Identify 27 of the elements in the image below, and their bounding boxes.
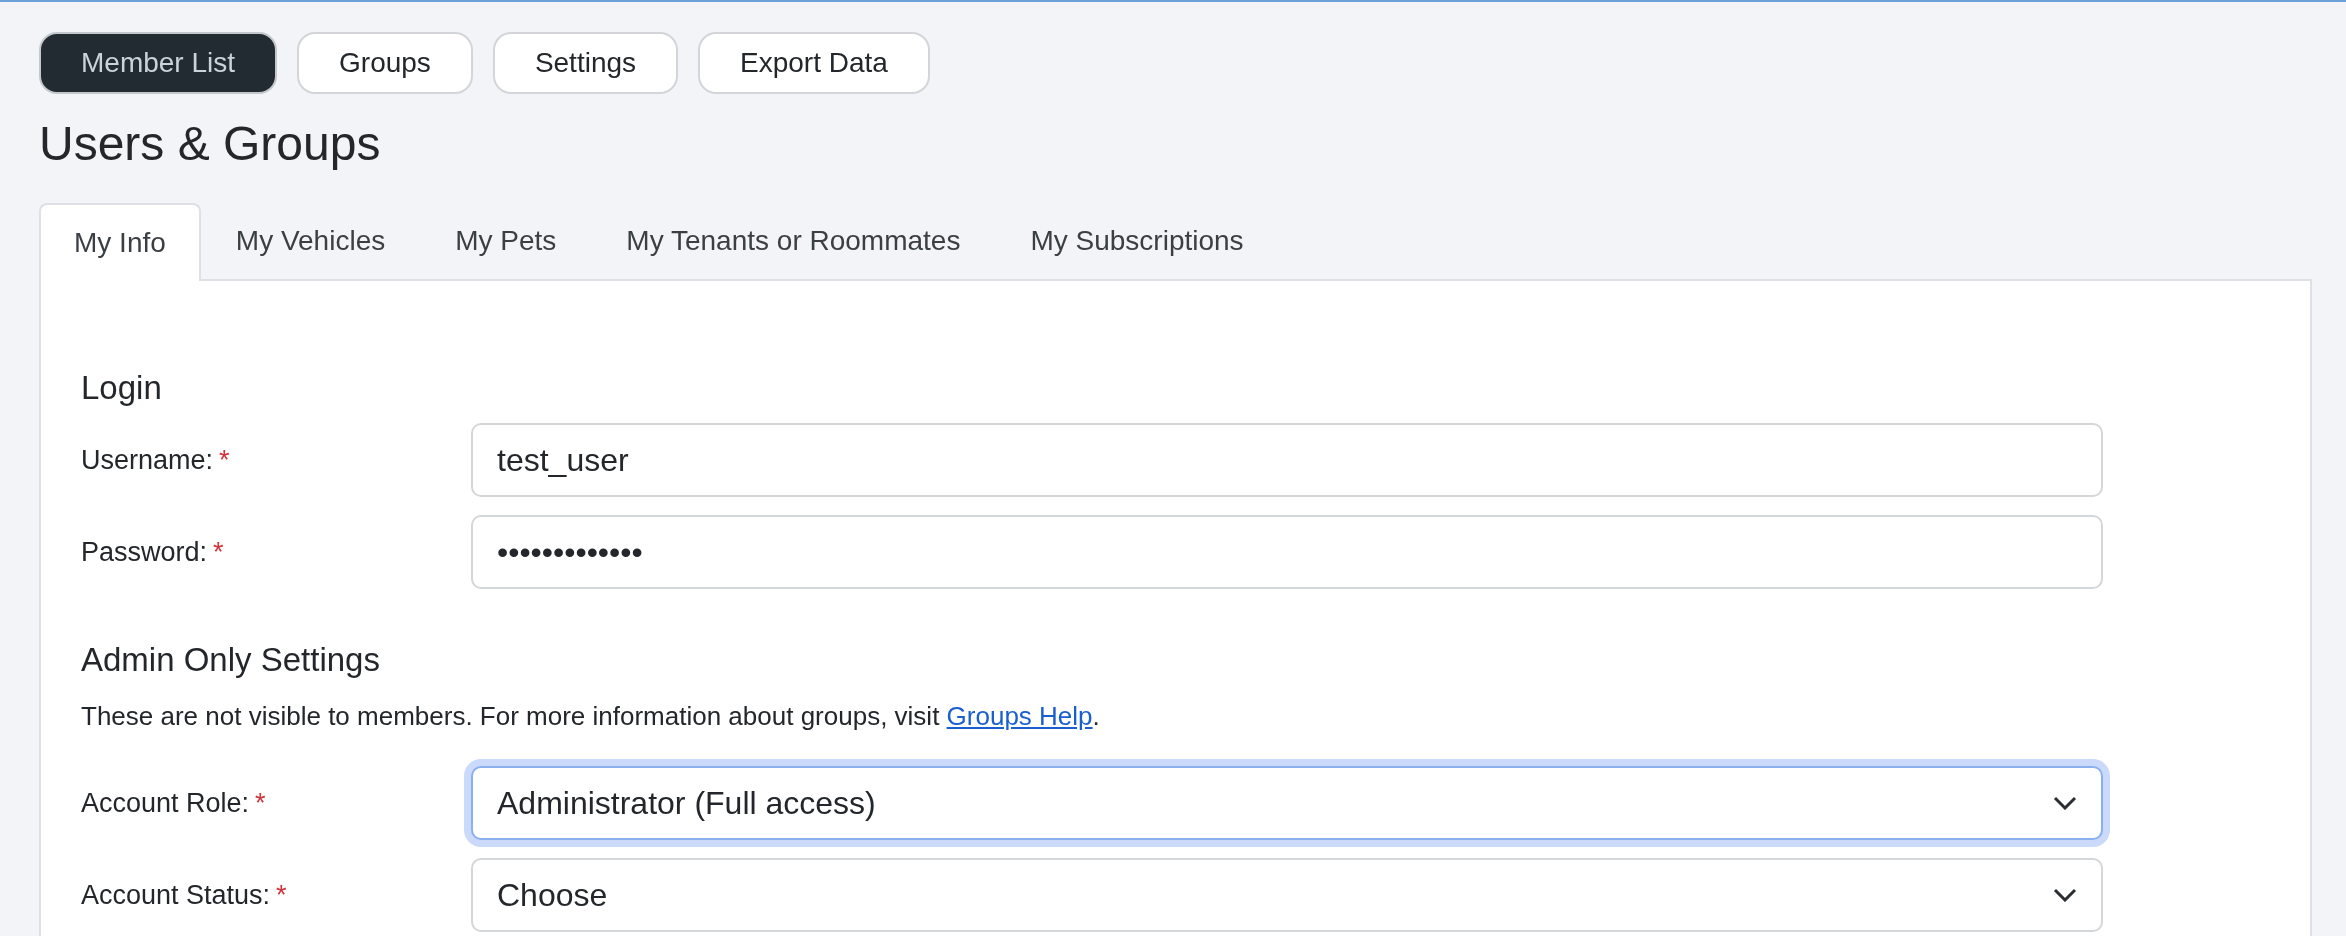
nav-button[interactable]: Settings	[492, 32, 679, 94]
info-text: These are not visible to members. For more information about groups, visit Groups Help.	[81, 701, 1101, 732]
field-label: Password:	[81, 536, 208, 567]
input-field[interactable]: •••••••••••••	[471, 515, 2103, 589]
required-mark: *	[255, 787, 266, 818]
tab[interactable]: My Tenants or Roommates	[591, 201, 996, 279]
required-mark: *	[213, 536, 224, 567]
section-heading: Login	[81, 369, 163, 407]
nav-button[interactable]: Member List	[39, 32, 278, 94]
input-field[interactable]: test_user	[471, 423, 2103, 497]
tab[interactable]: My Vehicles	[200, 201, 421, 279]
required-mark: *	[276, 879, 287, 910]
tab[interactable]: My Subscriptions	[995, 201, 1279, 279]
section-heading: Admin Only Settings	[81, 641, 381, 679]
nav-button[interactable]: Groups	[297, 32, 473, 94]
dropdown-field[interactable]: Choose	[471, 858, 2103, 932]
help-link[interactable]: Groups Help	[946, 701, 1093, 731]
tab[interactable]: My Pets	[420, 201, 592, 279]
field-label: Username:	[81, 444, 214, 475]
field-label: Account Status:	[81, 879, 271, 910]
page-title: Users & Groups	[39, 116, 382, 171]
required-mark: *	[219, 444, 230, 475]
field-label: Account Role:	[81, 787, 250, 818]
caret-icon	[2053, 796, 2077, 810]
caret-icon	[2053, 888, 2077, 902]
tab[interactable]: My Info	[39, 203, 201, 281]
nav-button[interactable]: Export Data	[698, 32, 930, 94]
